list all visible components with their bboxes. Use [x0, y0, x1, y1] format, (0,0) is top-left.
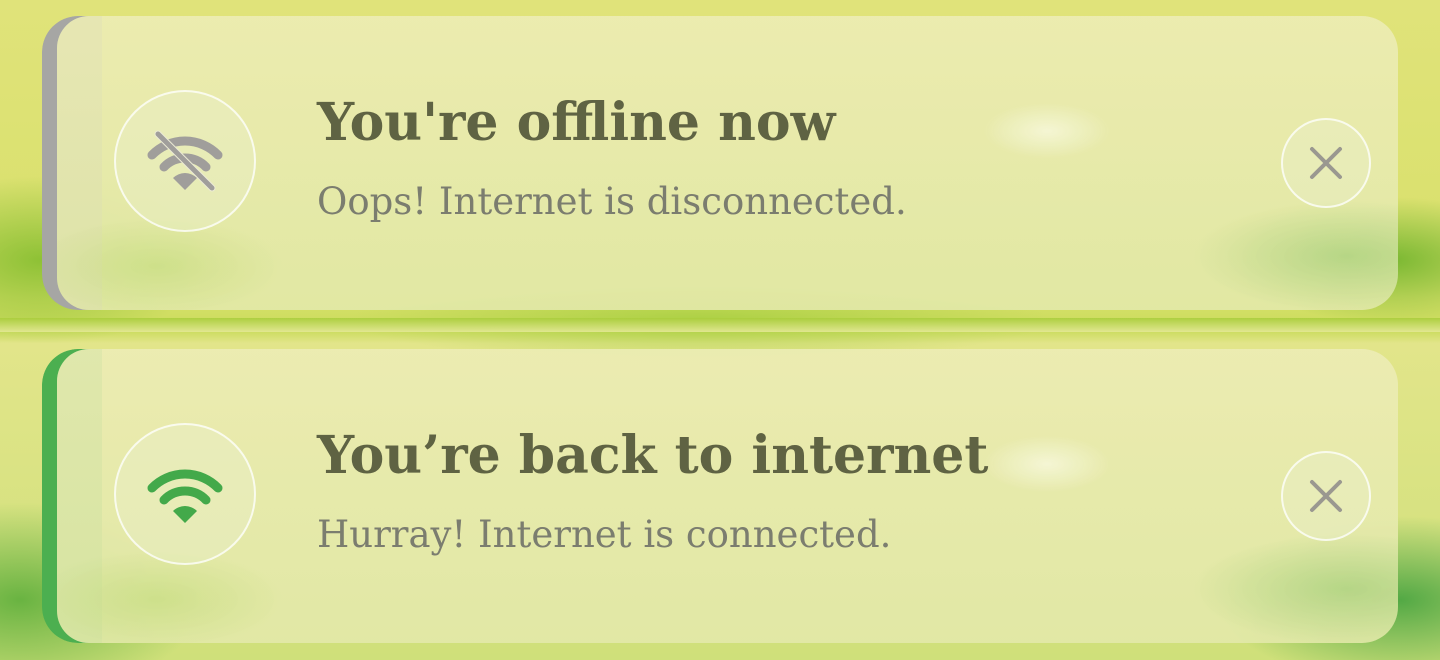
toast-icon-badge [114, 90, 256, 232]
close-button[interactable] [1281, 451, 1371, 541]
toast-body: You’re back to internet Hurray! Internet… [57, 349, 1398, 643]
wifi-icon [147, 469, 223, 523]
close-icon [1310, 480, 1342, 512]
toast-offline: You're offline now Oops! Internet is dis… [42, 16, 1398, 310]
toast-online: You’re back to internet Hurray! Internet… [42, 349, 1398, 643]
toast-icon-badge [114, 423, 256, 565]
close-icon [1310, 147, 1342, 179]
toast-body: You're offline now Oops! Internet is dis… [57, 16, 1398, 310]
wifi-off-icon [147, 130, 223, 192]
toast-title: You're offline now [317, 92, 836, 153]
toast-message: Hurray! Internet is connected. [317, 513, 892, 556]
background-divider [0, 318, 1440, 332]
toast-message: Oops! Internet is disconnected. [317, 180, 907, 223]
toast-title: You’re back to internet [317, 425, 989, 486]
close-button[interactable] [1281, 118, 1371, 208]
